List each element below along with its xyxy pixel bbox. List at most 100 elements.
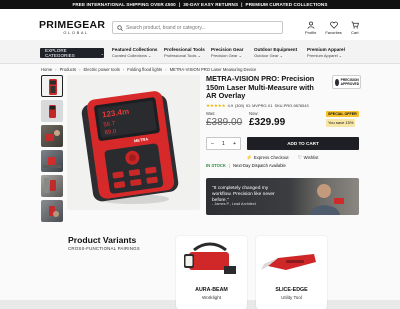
cart-icon — [351, 21, 359, 29]
cart-button[interactable]: Cart — [351, 21, 359, 35]
breadcrumb-power-tools[interactable]: Electric power tools — [84, 67, 120, 72]
quantity-value[interactable]: 1 — [222, 141, 225, 147]
nav-subtitle: Professional Tools ⌄ — [164, 53, 201, 58]
user-icon — [307, 21, 315, 29]
thumbnail-4[interactable] — [41, 150, 63, 172]
increment-button[interactable]: + — [233, 141, 236, 147]
nav-featured-collections[interactable]: Featured Collections Curated Collections… — [112, 47, 157, 59]
product-id: ID: MVPRO-X1 — [246, 103, 273, 109]
nav-subtitle: Curated Collections ⌄ — [112, 53, 152, 58]
wishlist-label: Wishlist — [303, 155, 319, 160]
breadcrumb-sep: › — [165, 67, 167, 72]
logo[interactable]: PRIMEGEAR GLOBAL — [39, 20, 105, 35]
thumbnail-6[interactable] — [41, 200, 63, 222]
in-use-thumbnail-icon — [49, 206, 59, 217]
savings-badge: You save 15% — [326, 118, 356, 127]
header-actions: Profile Favorites Cart — [305, 21, 359, 35]
variant-card-aura-beam[interactable]: AURA-BEAM Worklight — [176, 236, 247, 309]
nav-outdoor-equipment[interactable]: Outdoor Equipment Outdoor Gear ⌄ — [254, 47, 297, 59]
breadcrumb-current: METRA-VISION PRO Laser Measuring Device — [169, 67, 257, 72]
explore-categories-button[interactable]: EXPLORE CATEGORIES ⌄ — [40, 48, 104, 58]
express-checkout-link[interactable]: ⚡ Express Checkout — [246, 155, 289, 161]
in-stock-label: IN STOCK — [206, 163, 226, 168]
promo-shipping: FREE INTERNATIONAL SHIPPING OVER £500 — [72, 2, 176, 7]
breadcrumb-sep: › — [79, 67, 81, 72]
precision-approved-badge: PRECISION APPROVED — [332, 75, 361, 89]
thumbnail-5[interactable] — [41, 175, 63, 197]
badge-text: PRECISION APPROVED — [340, 78, 360, 86]
breadcrumb-flood-lights[interactable]: Folding flood lights — [127, 67, 162, 72]
testimonial-banner: "It completely changed my workflow. Prec… — [206, 178, 359, 215]
thumbnail-2[interactable] — [41, 100, 63, 122]
chevron-down-icon: ⌄ — [100, 50, 104, 56]
rating-row: ★★★★★ 4.9 (300) ID: MVPRO-X1 SKU-PRO-987… — [206, 103, 359, 109]
nav-subtitle: Premium Apparel ⌄ — [307, 53, 343, 58]
nav-subtitle: Precision Gear ⌄ — [211, 53, 242, 58]
review-count[interactable]: (300) — [235, 103, 244, 108]
was-label: Was: — [206, 110, 216, 116]
search-box — [112, 21, 283, 34]
profile-button[interactable]: Profile — [305, 21, 316, 35]
breadcrumb-sep: › — [55, 67, 57, 72]
product-title: METRA-VISION PRO: Precision 150m Laser M… — [206, 74, 315, 101]
rating-value: 4.9 — [227, 103, 234, 109]
nav-premium-apparel[interactable]: Premium Apparel Premium Apparel ⌄ — [307, 47, 345, 59]
promo-returns: 30-DAY EASY RETURNS — [183, 2, 239, 7]
device-thumbnail-icon — [49, 79, 57, 95]
heart-icon: ♡ — [297, 155, 303, 161]
nav-professional-tools[interactable]: Professional Tools Professional Tools ⌄ — [164, 47, 205, 59]
testimonial-author: - James P., Lead Architect — [212, 202, 256, 206]
in-use-thumbnail-icon — [43, 157, 61, 168]
star-rating-icon: ★★★★★ — [206, 102, 226, 108]
favorites-button[interactable]: Favorites — [325, 21, 342, 35]
favorites-label: Favorites — [325, 30, 342, 35]
thumbnail-1[interactable] — [41, 75, 63, 97]
nav-precision-gear[interactable]: Precision Gear Precision Gear ⌄ — [211, 47, 243, 59]
thumbnail-3[interactable] — [41, 125, 63, 147]
seal-icon — [335, 78, 339, 86]
stock-sep: | — [228, 163, 231, 168]
breadcrumb-products[interactable]: Products — [60, 67, 77, 72]
promo-bar: FREE INTERNATIONAL SHIPPING OVER £500 | … — [0, 0, 400, 9]
variants-subtitle: CROSS-FUNCTIONAL PAIRINGS — [68, 246, 140, 251]
was-price: £389.00 — [206, 116, 243, 128]
in-use-thumbnail-icon — [45, 130, 60, 141]
variant-card-slice-edge[interactable]: SLICE-EDGE Utility Tool — [256, 236, 327, 309]
nav-subtitle: Outdoor Gear ⌄ — [254, 53, 283, 58]
category-nav: EXPLORE CATEGORIES ⌄ Featured Collection… — [0, 40, 400, 64]
promo-sep: | — [178, 2, 181, 7]
product-main-image[interactable]: 123.4m 56.7 89.0 METRA — [67, 75, 200, 210]
promo-sep: | — [241, 2, 243, 7]
promo-collections: PREMIUM CURATED COLLECTIONS — [245, 2, 328, 7]
page: PRIMEGEAR GLOBAL Profile Favo — [0, 9, 400, 309]
stock-status: IN STOCK | Next-Day Dispatch Available — [206, 163, 286, 168]
heart-icon — [329, 21, 338, 29]
breadcrumb-home[interactable]: Home — [41, 67, 52, 72]
site-header: PRIMEGEAR GLOBAL Profile Favo — [0, 9, 400, 40]
product-info: METRA-VISION PRO: Precision 150m Laser M… — [206, 74, 361, 168]
utility-knife-product-image — [261, 254, 316, 270]
product-sku: SKU-PRO-9876543 — [274, 103, 309, 109]
express-checkout-label: Express Checkout — [253, 155, 289, 160]
now-label: Now: — [249, 110, 259, 116]
variant-category: Worklight — [201, 295, 222, 300]
search-input[interactable] — [126, 24, 276, 31]
decrement-button[interactable]: – — [211, 141, 214, 147]
thumbnail-gallery — [41, 75, 63, 225]
laser-measure-device-illustration: 123.4m 56.7 89.0 METRA — [81, 91, 179, 204]
variant-name: AURA-BEAM — [195, 287, 228, 293]
lightning-icon: ⚡ — [246, 155, 253, 161]
device-thumbnail-icon — [49, 105, 56, 118]
wishlist-link[interactable]: ♡ Wishlist — [298, 155, 319, 161]
add-to-cart-button[interactable]: ADD TO CART — [247, 137, 359, 150]
variants-title: Product Variants — [68, 235, 137, 245]
price-row: Was: £389.00 Now: £329.99 SPECIAL OFFER … — [206, 110, 359, 135]
variant-name: SLICE-EDGE — [275, 287, 308, 293]
breadcrumb-sep: › — [122, 67, 125, 72]
explore-label: EXPLORE CATEGORIES — [45, 48, 75, 58]
worklight-product-image — [184, 242, 236, 274]
in-use-thumbnail-icon — [44, 178, 56, 193]
special-offer-badge: SPECIAL OFFER — [326, 110, 359, 117]
now-price: £329.99 — [249, 116, 286, 128]
cart-label: Cart — [351, 30, 359, 35]
